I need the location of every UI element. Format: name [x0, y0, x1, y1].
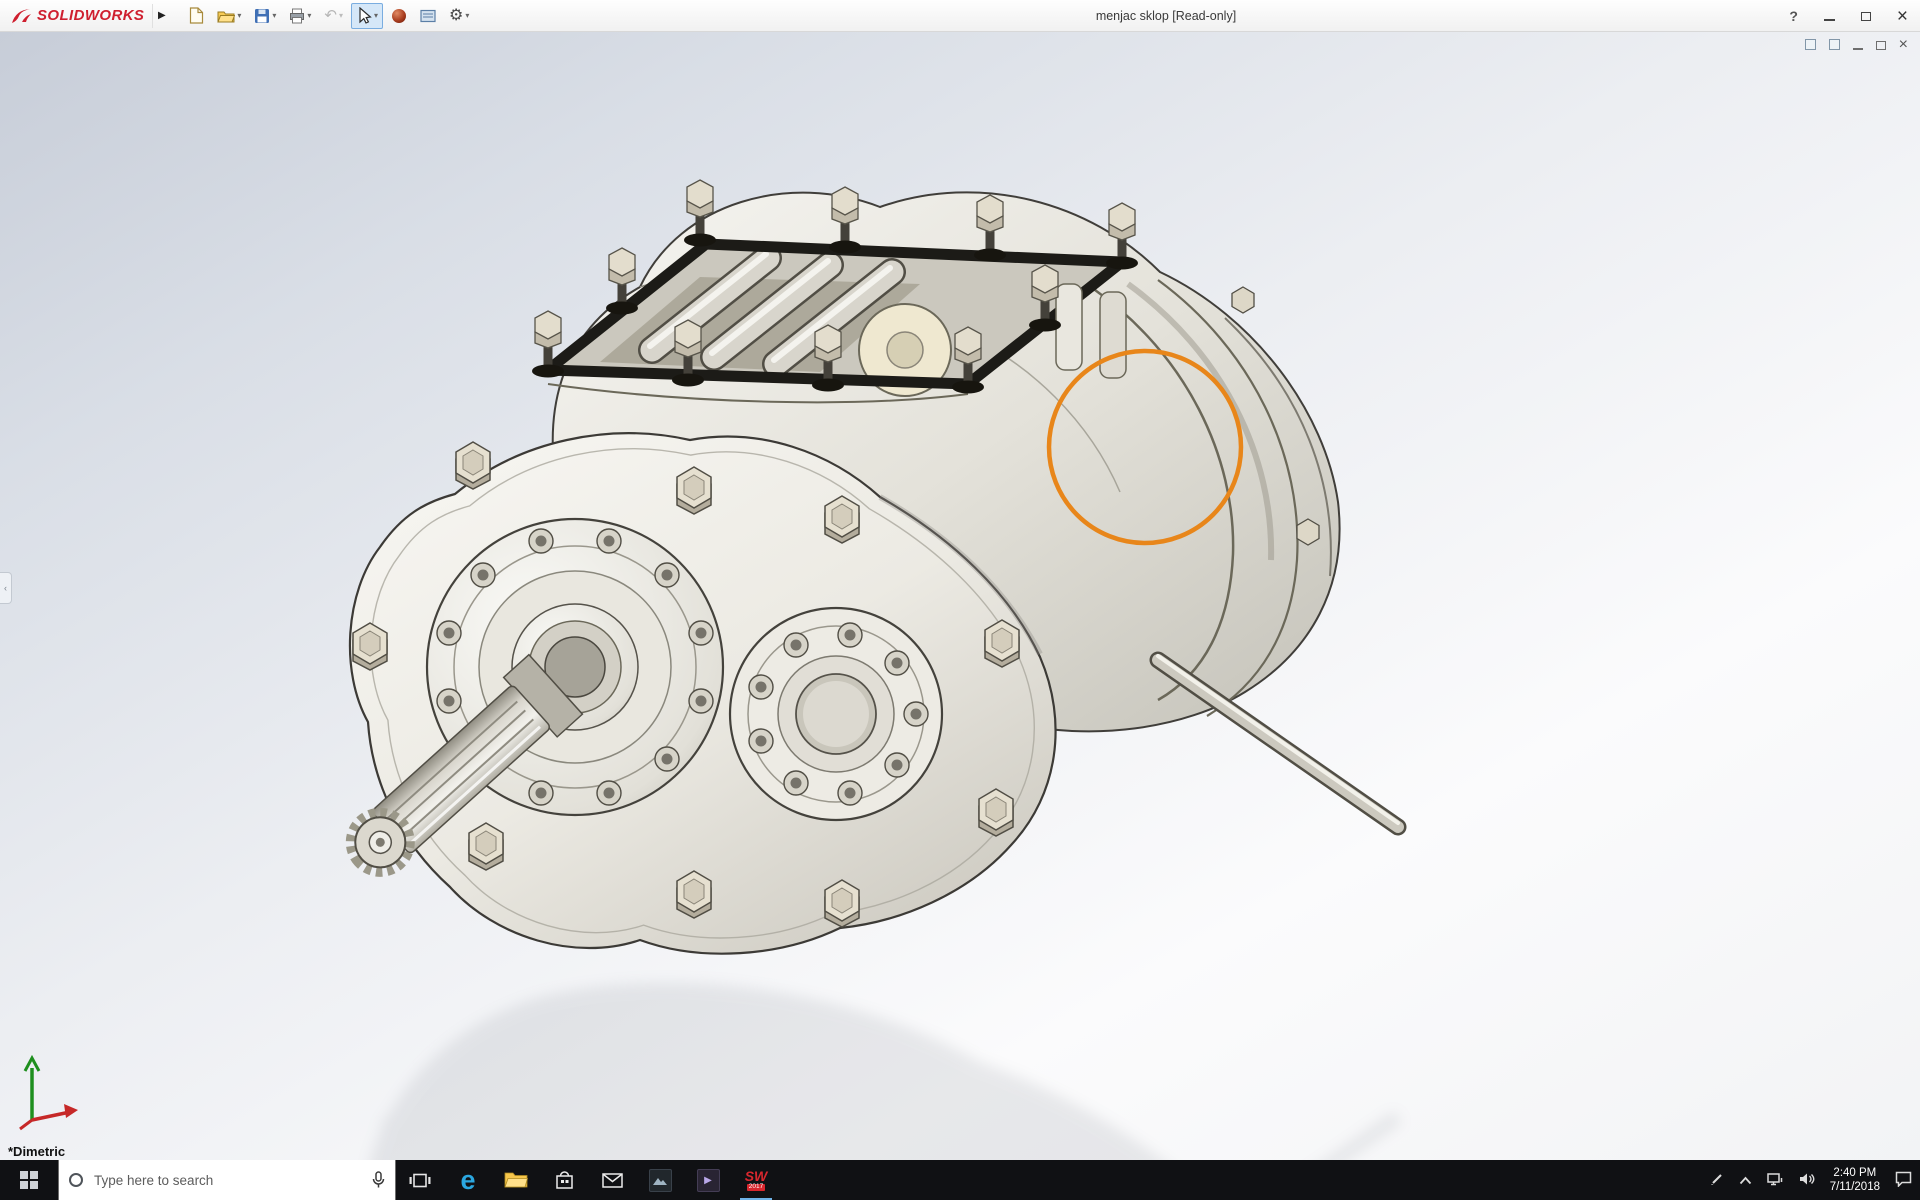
- windows-logo-icon: [20, 1171, 38, 1189]
- speaker-icon: [1799, 1172, 1815, 1186]
- action-center-button[interactable]: [1895, 1171, 1912, 1190]
- mail-icon: [602, 1173, 623, 1188]
- tile-windows-button[interactable]: [1829, 38, 1840, 53]
- new-document-button[interactable]: [184, 3, 209, 29]
- dropdown-arrow-icon: ▾: [339, 11, 343, 20]
- minimize-button[interactable]: [1824, 9, 1835, 24]
- pen-icon: [1710, 1172, 1724, 1186]
- undo-icon: ↶: [324, 8, 337, 23]
- dropdown-arrow-icon: ▾: [307, 11, 311, 20]
- window-title: menjac sklop [Read-only]: [1096, 0, 1236, 32]
- file-explorer-button[interactable]: [492, 1160, 540, 1200]
- side-shaft[interactable]: [1158, 656, 1398, 827]
- minimize-icon: [1853, 48, 1863, 50]
- open-folder-icon: [217, 9, 235, 23]
- edge-icon: e: [460, 1167, 475, 1194]
- start-button[interactable]: [0, 1160, 58, 1200]
- file-explorer-icon: [504, 1171, 528, 1189]
- pen-input-button[interactable]: [1710, 1172, 1724, 1189]
- microphone-icon[interactable]: [372, 1171, 385, 1189]
- network-icon: [1767, 1172, 1784, 1186]
- appearance-sphere-icon: [391, 8, 407, 24]
- help-icon: ?: [1789, 8, 1798, 24]
- mail-button[interactable]: [588, 1160, 636, 1200]
- system-tray: 2:40 PM 7/11/2018: [1710, 1160, 1920, 1200]
- brand-text: SOLIDWORKS: [37, 7, 144, 24]
- search-input[interactable]: [92, 1172, 363, 1189]
- pinned-apps: e ▶: [396, 1160, 780, 1200]
- save-floppy-icon: [254, 8, 270, 24]
- close-icon: ×: [1899, 36, 1908, 53]
- toolbar-flyout-button[interactable]: ▶: [152, 4, 170, 28]
- new-document-icon: [189, 7, 204, 24]
- solidworks-app-icon: SW 2017: [745, 1169, 768, 1191]
- hidden-icons-button[interactable]: [1739, 1173, 1752, 1188]
- taskbar-clock[interactable]: 2:40 PM 7/11/2018: [1830, 1166, 1880, 1194]
- movies-app-icon: ▶: [697, 1169, 720, 1192]
- dropdown-arrow-icon: ▾: [465, 11, 469, 20]
- clock-date: 7/11/2018: [1830, 1180, 1880, 1194]
- close-button[interactable]: ×: [1897, 7, 1908, 26]
- cortana-icon: [69, 1173, 83, 1187]
- dropdown-arrow-icon: ▾: [272, 11, 276, 20]
- maximize-button[interactable]: [1861, 9, 1871, 24]
- select-cursor-icon: [356, 7, 372, 24]
- movies-app-button[interactable]: ▶: [684, 1160, 732, 1200]
- chevron-left-icon: ‹: [4, 583, 7, 593]
- document-icon: [1829, 39, 1840, 50]
- taskbar: e ▶: [0, 1160, 1920, 1200]
- chevron-up-icon: [1739, 1176, 1752, 1185]
- document-icon: [1805, 39, 1816, 50]
- network-button[interactable]: [1767, 1172, 1784, 1189]
- photos-app-icon: [649, 1169, 672, 1192]
- notification-icon: [1895, 1171, 1912, 1187]
- edge-button[interactable]: e: [444, 1160, 492, 1200]
- clock-time: 2:40 PM: [1833, 1166, 1876, 1180]
- task-view-icon: [409, 1172, 431, 1189]
- new-window-button[interactable]: [1805, 38, 1816, 53]
- doc-close-button[interactable]: ×: [1899, 37, 1908, 53]
- options-button[interactable]: ⚙ ▾: [444, 3, 474, 29]
- doc-restore-button[interactable]: [1876, 38, 1886, 53]
- volume-button[interactable]: [1799, 1172, 1815, 1189]
- close-icon: ×: [1897, 6, 1908, 27]
- app-titlebar: SOLIDWORKS ▶ ▾ ▾: [0, 0, 1920, 32]
- graphics-viewport[interactable]: × ‹ *Dimetric: [0, 32, 1920, 1160]
- main-toolbar: ▾ ▾ ▾ ↶ ▾ ▾: [184, 3, 474, 29]
- print-icon: [289, 8, 305, 24]
- store-icon: [555, 1170, 574, 1191]
- select-tool-button[interactable]: ▾: [351, 3, 383, 29]
- dropdown-arrow-icon: ▾: [374, 11, 378, 20]
- doc-minimize-button[interactable]: [1853, 38, 1863, 53]
- help-button[interactable]: ?: [1789, 8, 1798, 24]
- open-button[interactable]: ▾: [212, 3, 246, 29]
- maximize-icon: [1861, 12, 1871, 21]
- window-controls: ? ×: [1789, 0, 1908, 32]
- display-settings-button[interactable]: [415, 3, 441, 29]
- dropdown-arrow-icon: ▾: [237, 11, 241, 20]
- undo-button[interactable]: ↶ ▾: [319, 3, 348, 29]
- document-window-controls: ×: [1805, 37, 1908, 53]
- save-button[interactable]: ▾: [249, 3, 281, 29]
- display-settings-icon: [420, 9, 436, 23]
- model-canvas[interactable]: [0, 32, 1920, 1160]
- solidworks-logo: SOLIDWORKS: [0, 0, 152, 31]
- minimize-icon: [1824, 19, 1835, 21]
- ds-logo-icon: [10, 7, 32, 25]
- view-orientation-label: *Dimetric: [8, 1144, 65, 1159]
- appearance-button[interactable]: [386, 3, 412, 29]
- output-flange[interactable]: [730, 608, 942, 820]
- photos-app-button[interactable]: [636, 1160, 684, 1200]
- restore-icon: [1876, 41, 1886, 50]
- orientation-triad: [14, 1052, 86, 1132]
- solidworks-app-button[interactable]: SW 2017: [732, 1160, 780, 1200]
- store-button[interactable]: [540, 1160, 588, 1200]
- taskbar-search[interactable]: [58, 1160, 396, 1200]
- feature-panel-collapsed-tab[interactable]: ‹: [0, 572, 12, 604]
- gear-icon: ⚙: [449, 8, 463, 24]
- print-button[interactable]: ▾: [284, 3, 316, 29]
- model-reflection: [350, 983, 1398, 1160]
- task-view-button[interactable]: [396, 1160, 444, 1200]
